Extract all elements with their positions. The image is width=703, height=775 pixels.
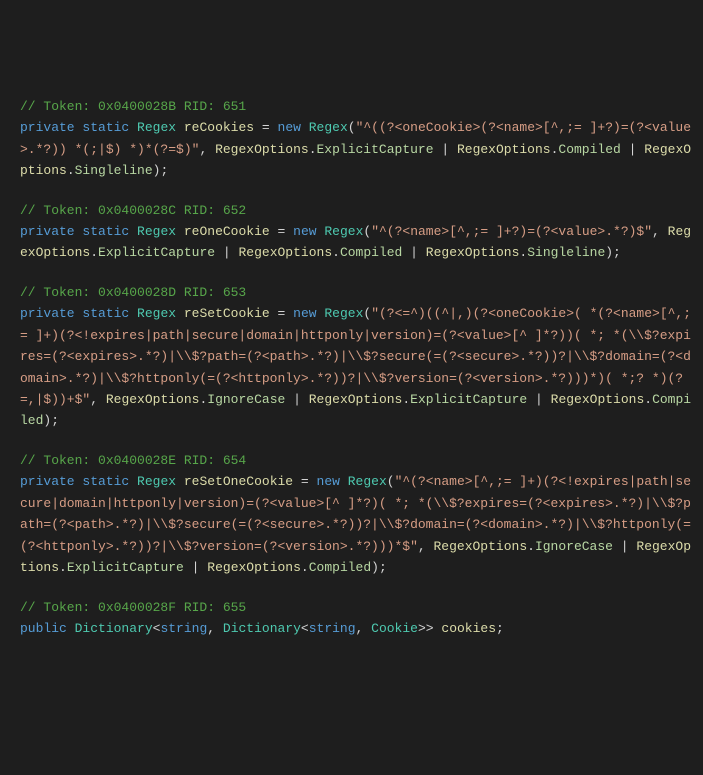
field-declaration-1: // Token: 0x0400028C RID: 652 private st…	[20, 200, 703, 264]
comment-token: // Token: 0x0400028B RID: 651	[20, 99, 246, 114]
field-declaration-3: // Token: 0x0400028E RID: 654 private st…	[20, 450, 703, 579]
comment-token: // Token: 0x0400028E RID: 654	[20, 453, 246, 468]
field-declaration-2: // Token: 0x0400028D RID: 653 private st…	[20, 282, 703, 432]
code-editor: // Token: 0x0400028B RID: 651 private st…	[20, 96, 703, 640]
field-declaration-0: // Token: 0x0400028B RID: 651 private st…	[20, 96, 703, 182]
comment-token: // Token: 0x0400028F RID: 655	[20, 600, 246, 615]
comment-token: // Token: 0x0400028C RID: 652	[20, 203, 246, 218]
field-declaration-cookies: // Token: 0x0400028F RID: 655 public Dic…	[20, 597, 703, 640]
comment-token: // Token: 0x0400028D RID: 653	[20, 285, 246, 300]
